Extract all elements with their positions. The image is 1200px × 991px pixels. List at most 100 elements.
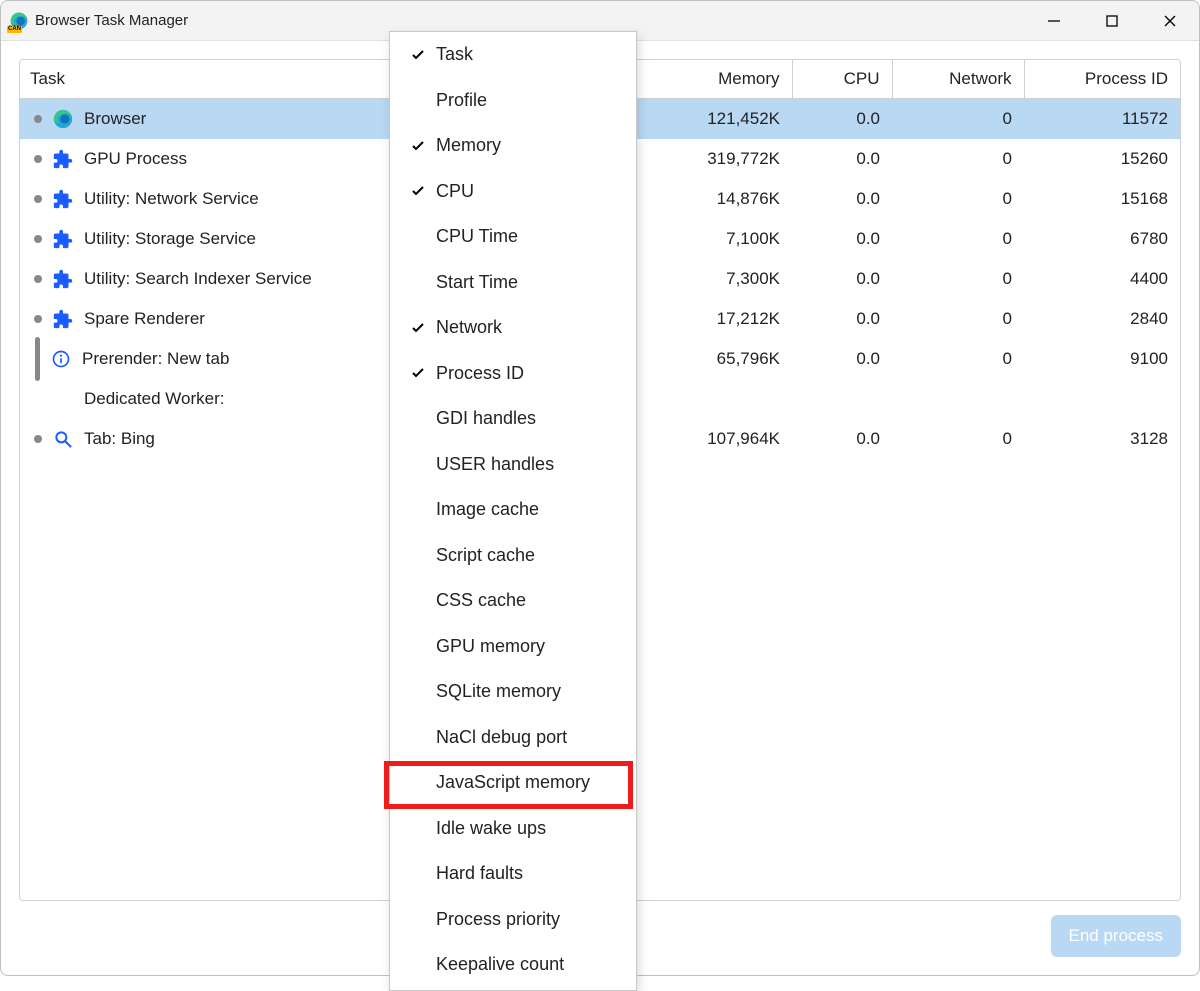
checkmark-icon [406,320,430,336]
ctx-item-label: Task [430,44,473,65]
row-group-bar-icon [35,337,40,381]
puzzle-icon [52,148,74,170]
ctx-item-process-id[interactable]: Process ID [390,351,636,397]
cell-network: 0 [892,419,1024,459]
row-marker-icon [34,155,42,163]
close-icon [1163,14,1177,28]
row-marker-icon [34,195,42,203]
ctx-item-image-cache[interactable]: Image cache [390,487,636,533]
ctx-item-hard-faults[interactable]: Hard faults [390,851,636,897]
col-cpu[interactable]: CPU [792,60,892,98]
cell-network: 0 [892,219,1024,259]
ctx-item-label: GPU memory [430,636,545,657]
puzzle-icon [52,308,74,330]
ctx-item-cpu-time[interactable]: CPU Time [390,214,636,260]
ctx-item-label: GDI handles [430,408,536,429]
cell-cpu: 0.0 [792,339,892,379]
cell-memory: 17,212K [634,299,792,339]
ctx-item-nacl-debug-port[interactable]: NaCl debug port [390,715,636,761]
task-manager-window: CAN Browser Task Manager [0,0,1200,976]
ctx-item-gdi-handles[interactable]: GDI handles [390,396,636,442]
ctx-item-start-time[interactable]: Start Time [390,260,636,306]
column-context-menu[interactable]: Task ProfileMemoryCPUCPU Time Start Time Ne… [389,31,637,991]
row-marker-icon [34,115,42,123]
ctx-item-label: USER handles [430,454,554,475]
cell-network: 0 [892,179,1024,219]
cell-memory: 65,796K [634,339,792,379]
ctx-item-label: Idle wake ups [430,818,546,839]
cell-pid: 4400 [1024,259,1180,299]
ctx-item-task[interactable]: Task [390,32,636,78]
cell-memory: 107,964K [634,419,792,459]
ctx-item-label: Process ID [430,363,524,384]
cell-pid: 15260 [1024,139,1180,179]
ctx-item-keepalive-count[interactable]: Keepalive count [390,942,636,988]
cell-memory: 7,300K [634,259,792,299]
cell-pid: 9100 [1024,339,1180,379]
task-name: Spare Renderer [84,309,205,329]
search-icon [52,428,74,450]
task-name: Dedicated Worker: [84,389,224,409]
ctx-item-user-handles[interactable]: USER handles [390,442,636,488]
task-name: Utility: Storage Service [84,229,256,249]
ctx-item-idle-wake-ups[interactable]: Idle wake ups [390,806,636,852]
ctx-item-javascript-memory[interactable]: JavaScript memory [390,760,636,806]
col-process-id[interactable]: Process ID [1024,60,1180,98]
ctx-item-memory[interactable]: Memory [390,123,636,169]
cell-cpu [792,379,892,419]
cell-pid: 15168 [1024,179,1180,219]
ctx-item-sqlite-memory[interactable]: SQLite memory [390,669,636,715]
cell-network: 0 [892,339,1024,379]
ctx-item-label: Script cache [430,545,535,566]
maximize-button[interactable] [1083,1,1141,41]
ctx-item-network[interactable]: Network [390,305,636,351]
cell-network [892,379,1024,419]
ctx-item-label: NaCl debug port [430,727,567,748]
app-icon: CAN [9,11,29,31]
checkmark-icon [406,365,430,381]
ctx-item-label: Network [430,317,502,338]
checkmark-icon [406,138,430,154]
cell-network: 0 [892,139,1024,179]
col-memory[interactable]: Memory [634,60,792,98]
minimize-button[interactable] [1025,1,1083,41]
row-marker-icon [34,235,42,243]
info-icon [50,348,72,370]
puzzle-icon [52,268,74,290]
ctx-item-process-priority[interactable]: Process priority [390,897,636,943]
task-name: Prerender: New tab [82,349,229,369]
row-marker-icon [34,435,42,443]
task-name: Utility: Search Indexer Service [84,269,312,289]
ctx-item-script-cache[interactable]: Script cache [390,533,636,579]
ctx-item-label: Hard faults [430,863,523,884]
col-network[interactable]: Network [892,60,1024,98]
cell-pid: 6780 [1024,219,1180,259]
checkmark-icon [406,183,430,199]
canary-badge-icon: CAN [7,26,22,33]
cell-cpu: 0.0 [792,179,892,219]
edge-icon [52,108,74,130]
ctx-item-cpu[interactable]: CPU [390,169,636,215]
cell-cpu: 0.0 [792,139,892,179]
ctx-item-profile[interactable]: Profile [390,78,636,124]
checkmark-icon [406,47,430,63]
maximize-icon [1105,14,1119,28]
ctx-item-label: Process priority [430,909,560,930]
cell-cpu: 0.0 [792,98,892,139]
cell-pid: 3128 [1024,419,1180,459]
ctx-item-gpu-memory[interactable]: GPU memory [390,624,636,670]
ctx-item-css-cache[interactable]: CSS cache [390,578,636,624]
task-name: Browser [84,109,146,129]
titlebar-left: CAN Browser Task Manager [1,11,188,31]
ctx-item-label: Start Time [430,272,518,293]
cell-cpu: 0.0 [792,259,892,299]
end-process-button[interactable]: End process [1051,915,1182,957]
cell-pid: 11572 [1024,98,1180,139]
close-button[interactable] [1141,1,1199,41]
window-controls [1025,1,1199,41]
cell-network: 0 [892,299,1024,339]
ctx-item-label: Image cache [430,499,539,520]
ctx-item-label: SQLite memory [430,681,561,702]
window-title: Browser Task Manager [35,12,188,29]
cell-memory: 7,100K [634,219,792,259]
